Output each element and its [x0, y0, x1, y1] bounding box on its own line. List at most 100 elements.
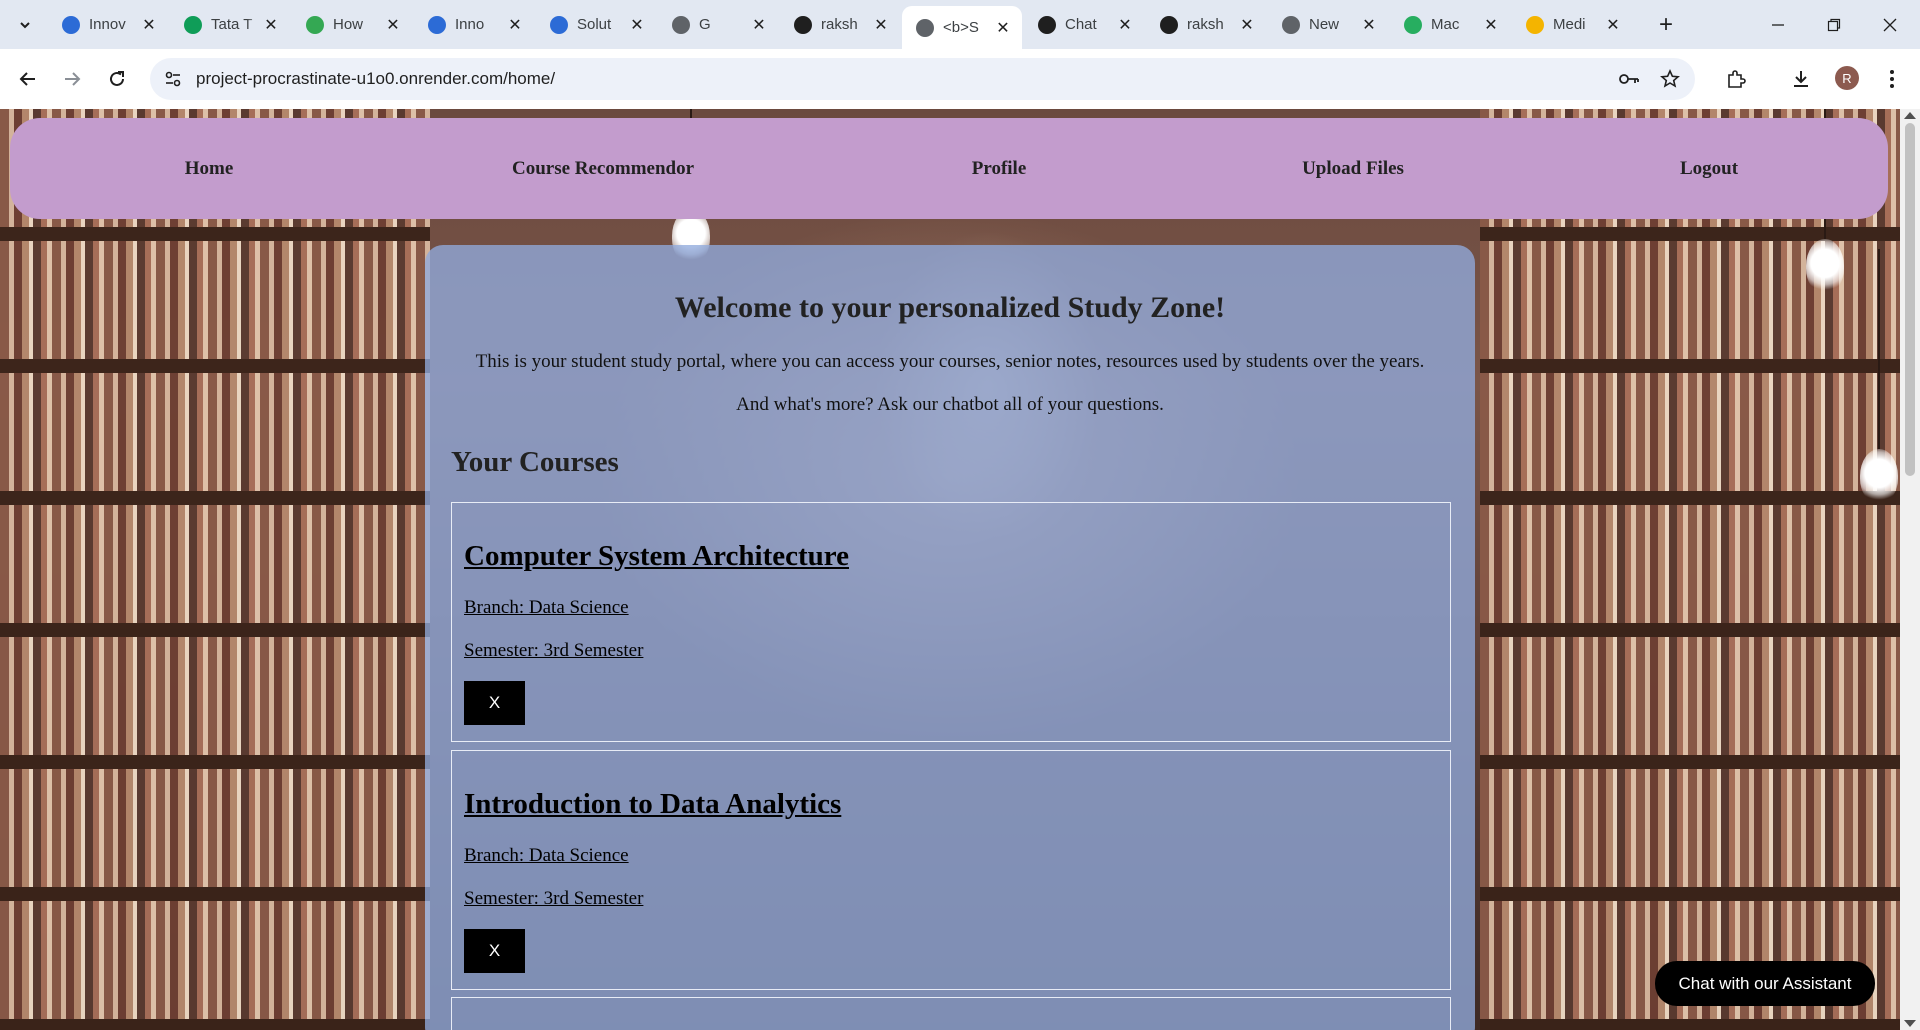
browser-tab[interactable]: Solut ✕	[536, 6, 656, 43]
course-semester-link[interactable]: Semester: 3rd Semester	[464, 888, 643, 910]
light-bulb-decoration	[1806, 109, 1844, 293]
scroll-thumb[interactable]	[1905, 123, 1915, 476]
arrow-left-icon	[19, 72, 35, 86]
remove-course-button[interactable]: X	[464, 929, 525, 973]
tab-title: Inno	[455, 16, 485, 33]
tab-title: <b>S	[943, 19, 979, 36]
close-tab-icon[interactable]: ✕	[1116, 16, 1134, 34]
courses-heading: Your Courses	[451, 446, 619, 478]
sheets-table-icon	[184, 15, 202, 34]
reload-button[interactable]	[101, 63, 133, 95]
close-tab-icon[interactable]: ✕	[140, 16, 158, 34]
tab-title: Innov	[89, 16, 126, 33]
minimize-button[interactable]	[1750, 0, 1806, 49]
browser-tab[interactable]: New ✕	[1268, 6, 1388, 43]
browser-tab[interactable]: Inno ✕	[414, 6, 534, 43]
close-tab-icon[interactable]: ✕	[1482, 16, 1500, 34]
close-tab-icon[interactable]: ✕	[1238, 16, 1256, 34]
page-viewport: Home Course Recommendor Profile Upload F…	[0, 109, 1900, 1030]
globe-icon	[916, 18, 934, 37]
url-text[interactable]: project-procrastinate-u1o0.onrender.com/…	[196, 58, 555, 100]
browser-tab[interactable]: Mac ✕	[1390, 6, 1510, 43]
close-tab-icon[interactable]: ✕	[750, 16, 768, 34]
course-branch-link[interactable]: Branch: Data Science	[464, 597, 629, 619]
chat-assistant-button[interactable]: Chat with our Assistant	[1655, 961, 1875, 1006]
restore-icon	[1827, 18, 1841, 31]
course-card	[451, 997, 1451, 1030]
close-tab-icon[interactable]: ✕	[1604, 16, 1622, 34]
browser-tab[interactable]: How ✕	[292, 6, 412, 43]
forward-button[interactable]	[56, 63, 88, 95]
browser-tab[interactable]: Chat ✕	[1024, 6, 1144, 43]
github-icon	[1160, 15, 1178, 34]
browser-tab[interactable]: raksh ✕	[1146, 6, 1266, 43]
arrow-right-icon	[65, 72, 81, 86]
tab-title: Mac	[1431, 16, 1460, 33]
chrome-blue-swirl-icon	[62, 15, 80, 34]
nav-upload-files[interactable]: Upload Files	[1302, 118, 1404, 219]
more-vertical-icon	[1890, 70, 1894, 88]
browser-tab[interactable]: Medi ✕	[1512, 6, 1632, 43]
download-icon	[1794, 71, 1808, 87]
browser-tab[interactable]: Innov ✕	[48, 6, 168, 43]
browser-tab[interactable]: Tata T ✕	[170, 6, 290, 43]
browser-tab[interactable]: G ✕	[658, 6, 778, 43]
page-scrollbar[interactable]	[1900, 109, 1920, 1030]
site-navbar: Home Course Recommendor Profile Upload F…	[10, 118, 1888, 219]
back-button[interactable]	[12, 63, 44, 95]
tab-title: Chat	[1065, 16, 1097, 33]
browser-tab[interactable]: <b>S ✕	[902, 6, 1022, 49]
openai-icon	[1038, 15, 1056, 34]
course-semester-link[interactable]: Semester: 3rd Semester	[464, 640, 643, 662]
nav-profile[interactable]: Profile	[972, 118, 1027, 219]
study-zone-card: Welcome to your personalized Study Zone!…	[425, 245, 1475, 1030]
new-tab-button[interactable]: +	[1651, 10, 1681, 40]
close-tab-icon[interactable]: ✕	[262, 16, 280, 34]
remove-course-button[interactable]: X	[464, 681, 525, 725]
course-title-link[interactable]: Introduction to Data Analytics	[464, 788, 841, 821]
close-window-button[interactable]	[1862, 0, 1918, 49]
scroll-down-arrow-icon[interactable]	[1904, 1020, 1916, 1027]
address-bar[interactable]: project-procrastinate-u1o0.onrender.com/…	[150, 58, 1695, 100]
infinity-icon	[306, 15, 324, 34]
course-branch-link[interactable]: Branch: Data Science	[464, 845, 629, 867]
close-tab-icon[interactable]: ✕	[506, 16, 524, 34]
chrome-icon	[1282, 15, 1300, 34]
tab-title: Solut	[577, 16, 612, 33]
tab-title: How	[333, 16, 364, 33]
profile-avatar[interactable]: R	[1835, 66, 1859, 90]
tab-title: New	[1309, 16, 1340, 33]
browser-menu-button[interactable]	[1876, 63, 1908, 95]
restore-button[interactable]	[1806, 0, 1862, 49]
browser-tab[interactable]: raksh ✕	[780, 6, 900, 43]
tab-title: G	[699, 16, 711, 33]
site-info-icon[interactable]	[164, 70, 182, 88]
light-bulb-decoration	[1860, 249, 1898, 503]
star-icon[interactable]	[1660, 69, 1680, 89]
key-icon[interactable]	[1618, 70, 1640, 88]
close-tab-icon[interactable]: ✕	[384, 16, 402, 34]
browser-toolbar: project-procrastinate-u1o0.onrender.com/…	[0, 49, 1920, 109]
close-tab-icon[interactable]: ✕	[628, 16, 646, 34]
minimize-icon	[1772, 23, 1784, 26]
scroll-up-arrow-icon[interactable]	[1904, 112, 1916, 119]
extensions-button[interactable]	[1720, 63, 1752, 95]
tab-search-button[interactable]	[10, 10, 40, 40]
intro-text-1: This is your student study portal, where…	[475, 351, 1425, 372]
close-tab-icon[interactable]: ✕	[994, 19, 1012, 37]
chrome-blue-swirl-icon	[550, 15, 568, 34]
github-icon	[794, 15, 812, 34]
nav-logout[interactable]: Logout	[1680, 118, 1738, 219]
chrome-blue-swirl-icon	[428, 15, 446, 34]
close-tab-icon[interactable]: ✕	[872, 16, 890, 34]
close-icon	[1883, 18, 1897, 31]
bookshelf-left-image	[0, 109, 430, 1030]
nav-course-recommendor[interactable]: Course Recommendor	[512, 118, 694, 219]
nav-home[interactable]: Home	[185, 118, 234, 219]
puzzle-icon	[1728, 70, 1746, 88]
tab-title: raksh	[821, 16, 858, 33]
close-tab-icon[interactable]: ✕	[1360, 16, 1378, 34]
course-card: Computer System Architecture Branch: Dat…	[451, 502, 1451, 742]
downloads-button[interactable]	[1785, 63, 1817, 95]
course-title-link[interactable]: Computer System Architecture	[464, 540, 849, 573]
